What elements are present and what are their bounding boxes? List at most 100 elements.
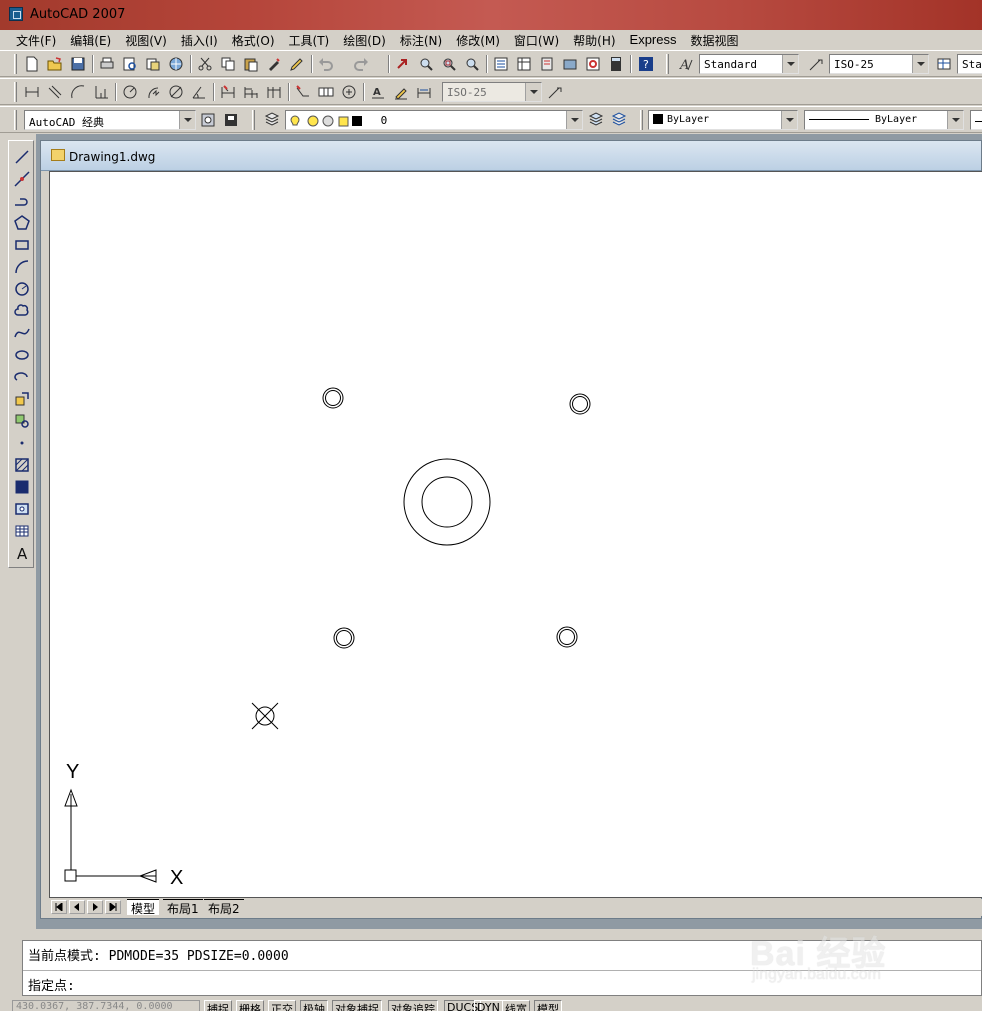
properties-icon[interactable]	[491, 54, 511, 74]
small-hole-top-left[interactable]	[322, 387, 344, 409]
toolbar-grip[interactable]	[252, 110, 255, 130]
osnap-toggle[interactable]: 对象捕捉	[332, 1000, 382, 1011]
insert-block-icon[interactable]	[12, 389, 32, 409]
continue-dimension-icon[interactable]	[264, 82, 284, 102]
dimension-style-manager-icon[interactable]	[545, 82, 565, 102]
toolbar-grip[interactable]	[14, 54, 17, 74]
dimension-style-control[interactable]: ISO-25	[442, 82, 542, 102]
rectangle-icon[interactable]	[12, 235, 32, 255]
dimension-style-icon[interactable]	[806, 54, 826, 74]
center-bore[interactable]	[403, 458, 491, 546]
radius-dimension-icon[interactable]	[120, 82, 140, 102]
text-style-select[interactable]: Standard	[699, 54, 799, 74]
menu-data-view[interactable]: 数据视图	[691, 30, 746, 50]
3d-dwf-icon[interactable]	[166, 54, 186, 74]
paste-icon[interactable]	[241, 54, 261, 74]
lineweight-toggle[interactable]: 线宽	[502, 1000, 530, 1011]
match-properties-icon[interactable]	[264, 54, 284, 74]
save-icon[interactable]	[68, 54, 88, 74]
make-object-layer-current-icon[interactable]	[586, 110, 606, 130]
copy-icon[interactable]	[218, 54, 238, 74]
tab-layout2[interactable]: 布局2	[204, 899, 244, 916]
zoom-realtime-icon[interactable]	[416, 54, 436, 74]
dimension-update-icon[interactable]	[414, 82, 434, 102]
table-style-select[interactable]: Sta	[957, 54, 982, 74]
diameter-dimension-icon[interactable]	[166, 82, 186, 102]
small-hole-top-right[interactable]	[569, 393, 591, 415]
tolerance-icon[interactable]	[316, 82, 336, 102]
menu-draw[interactable]: 绘图(D)	[343, 30, 393, 50]
layer-previous-icon[interactable]	[609, 110, 629, 130]
layer-properties-manager-icon[interactable]	[262, 110, 282, 130]
line-icon[interactable]	[12, 147, 32, 167]
polyline-icon[interactable]	[12, 191, 32, 211]
menu-file[interactable]: 文件(F)	[16, 30, 63, 50]
last-tab-icon[interactable]	[105, 900, 121, 914]
spline-icon[interactable]	[12, 323, 32, 343]
save-workspace-icon[interactable]	[221, 110, 241, 130]
table-icon[interactable]	[12, 521, 32, 541]
plot-icon[interactable]	[97, 54, 117, 74]
polygon-icon[interactable]	[12, 213, 32, 233]
arc-icon[interactable]	[12, 257, 32, 277]
aligned-dimension-icon[interactable]	[45, 82, 65, 102]
previous-tab-icon[interactable]	[69, 900, 85, 914]
tab-layout1[interactable]: 布局1	[163, 899, 203, 916]
tab-model[interactable]: 模型	[127, 899, 160, 916]
linear-dimension-icon[interactable]	[22, 82, 42, 102]
layer-select[interactable]: 0	[285, 110, 583, 130]
quick-leader-icon[interactable]	[293, 82, 313, 102]
quick-dimension-icon[interactable]	[218, 82, 238, 102]
dimension-edit-icon[interactable]: A	[368, 82, 388, 102]
center-mark-icon[interactable]	[339, 82, 359, 102]
workspace-select[interactable]: AutoCAD 经典	[24, 110, 196, 130]
redo-icon[interactable]	[351, 54, 371, 74]
toolbar-grip[interactable]	[14, 82, 17, 102]
hatch-icon[interactable]	[12, 455, 32, 475]
otrack-toggle[interactable]: 对象追踪	[388, 1000, 438, 1011]
open-file-icon[interactable]	[45, 54, 65, 74]
pan-realtime-icon[interactable]	[393, 54, 413, 74]
autocad-app-icon[interactable]	[9, 7, 23, 21]
lineweight-control[interactable]	[970, 110, 982, 130]
chevron-down-icon[interactable]	[781, 111, 797, 129]
ordinate-dimension-icon[interactable]	[91, 82, 111, 102]
workspace-settings-icon[interactable]	[198, 110, 218, 130]
next-tab-icon[interactable]	[87, 900, 103, 914]
menu-insert[interactable]: 插入(I)	[181, 30, 225, 50]
chevron-down-icon[interactable]	[525, 83, 541, 101]
help-icon[interactable]: ?	[636, 54, 656, 74]
angular-dimension-icon[interactable]	[189, 82, 209, 102]
design-center-icon[interactable]	[514, 54, 534, 74]
tool-palettes-icon[interactable]	[537, 54, 557, 74]
coordinate-display[interactable]: 430.0367, 387.7344, 0.0000	[12, 1000, 200, 1011]
calculator-icon[interactable]	[606, 54, 626, 74]
chevron-down-icon[interactable]	[912, 55, 928, 73]
multiline-text-icon[interactable]: A	[12, 543, 32, 563]
circle-icon[interactable]	[12, 279, 32, 299]
arc-length-icon[interactable]	[68, 82, 88, 102]
color-control[interactable]: ByLayer	[648, 110, 798, 130]
model-paper-toggle[interactable]: 模型	[534, 1000, 562, 1011]
drawing-file-icon[interactable]	[51, 149, 65, 161]
menu-dimension[interactable]: 标注(N)	[400, 30, 449, 50]
toolbar-grip[interactable]	[14, 110, 17, 130]
drawing-canvas[interactable]: Y X	[49, 171, 982, 898]
chevron-down-icon[interactable]	[179, 111, 195, 129]
menu-tools[interactable]: 工具(T)	[289, 30, 337, 50]
table-style-icon[interactable]	[934, 54, 954, 74]
first-tab-icon[interactable]	[51, 900, 67, 914]
sheet-set-manager-icon[interactable]	[560, 54, 580, 74]
small-hole-bottom-left[interactable]	[333, 627, 355, 649]
snap-toggle[interactable]: 捕捉	[204, 1000, 232, 1011]
region-icon[interactable]	[12, 499, 32, 519]
linetype-control[interactable]: ByLayer	[804, 110, 964, 130]
grid-toggle[interactable]: 栅格	[236, 1000, 264, 1011]
menu-help[interactable]: 帮助(H)	[573, 30, 622, 50]
menu-edit[interactable]: 编辑(E)	[70, 30, 118, 50]
ellipse-icon[interactable]	[12, 345, 32, 365]
new-file-icon[interactable]	[22, 54, 42, 74]
gradient-icon[interactable]	[12, 477, 32, 497]
point-marker[interactable]	[251, 702, 279, 730]
publish-icon[interactable]	[143, 54, 163, 74]
